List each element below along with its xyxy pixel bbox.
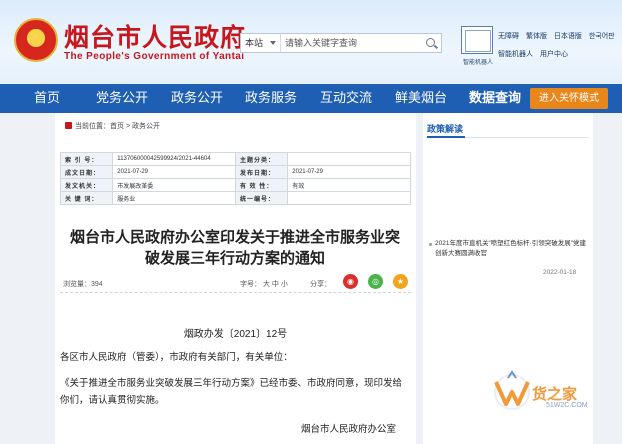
nav-government-services[interactable]: 政务服务: [245, 84, 297, 113]
meta-key: 发布日期：: [234, 165, 289, 179]
font-size-selector[interactable]: 字号： 大 中 小: [240, 279, 288, 289]
meta-key: 有 效 性：: [234, 178, 289, 192]
main-nav: 首页 党务公开 政务公开 政务服务 互动交流 鲜美烟台 数据查询 进入关怀模式: [0, 84, 622, 113]
watermark: 货之家 51W2C.COM: [488, 368, 622, 444]
sidebar-title[interactable]: 政策解读: [427, 122, 463, 135]
care-mode-button[interactable]: 进入关怀模式: [530, 88, 608, 109]
breadcrumb-text[interactable]: 当前位置：首页 > 政务公开: [75, 123, 160, 130]
watermark-name: 货之家: [532, 385, 578, 403]
sidebar-title-underline: [427, 136, 465, 138]
meta-value: 2021-07-29: [287, 165, 411, 179]
meta-value: 有效: [287, 178, 411, 192]
table-row: 关 键 词： 服务业 统一编号：: [59, 191, 411, 205]
meta-value: [287, 152, 411, 166]
badge-caption: 智能机器人: [462, 60, 493, 66]
bullet-icon: [429, 243, 432, 246]
meta-key: 索 引 号：: [59, 152, 114, 166]
nav-government-affairs[interactable]: 政务公开: [171, 84, 223, 113]
article-title: 烟台市人民政府办公室印发关于推进全市服务业突破发展三年行动方案的通知: [69, 228, 400, 267]
watermark-url: 51W2C.COM: [546, 402, 588, 409]
site-header: ★ 烟台市人民政府 The People's Government of Yan…: [0, 0, 622, 84]
search-scope-label: 本站: [245, 38, 264, 48]
table-row: 索 引 号： 113706000042599924/2021-44604 主题分…: [59, 152, 411, 166]
article-paragraph: 《关于推进全市服务业突破发展三年行动方案》已经市委、市政府同意，现印发给你们，请…: [60, 378, 403, 406]
meta-value: [287, 191, 411, 205]
meta-value: 服务业: [112, 191, 236, 205]
link-user-center[interactable]: 用户中心: [540, 51, 568, 58]
nav-fresh-yantai[interactable]: 鲜美烟台: [395, 84, 447, 113]
link-korean[interactable]: 한국어판: [589, 33, 615, 40]
qzone-share-icon[interactable]: ★: [393, 274, 408, 289]
sidebar-header: 政策解读: [427, 120, 589, 138]
wechat-share-icon[interactable]: ◎: [368, 274, 383, 289]
news-date: 2022-01-18: [543, 269, 577, 276]
search-box: 本站: [240, 33, 442, 53]
link-japanese[interactable]: 日本语版: [554, 33, 582, 40]
meta-key: 主题分类：: [234, 152, 289, 166]
smart-robot-badge-icon[interactable]: [461, 26, 493, 54]
search-icon[interactable]: [426, 38, 435, 47]
meta-key: 统一编号：: [234, 191, 289, 205]
link-traditional-chinese[interactable]: 繁体版: [526, 33, 547, 40]
watermark-logo-icon: [494, 370, 530, 410]
table-row: 发文机关： 市发展改革委 有 效 性： 有效: [59, 178, 411, 192]
article-toolbar: 浏览量：394 字号： 大 中 小 分享： ◉ ◎ ★: [60, 273, 411, 293]
news-title[interactable]: 2021年度市直机关“喷塑红色标杆·引领突破发展”党建创新大赛圆满收官: [429, 239, 589, 259]
meta-value: 113706000042599924/2021-44604: [112, 152, 236, 166]
article-paragraph: 各区市人民政府（管委），市政府有关部门，有关单位：: [60, 352, 293, 363]
weibo-share-icon[interactable]: ◉: [343, 274, 358, 289]
document-number: 烟政办发〔2021〕12号: [183, 329, 288, 340]
share-label: 分享：: [310, 281, 331, 288]
meta-key: 关 键 词：: [59, 191, 114, 205]
header-links: 无障碍 繁体版 日本语版 한국어판 智能机器人 用户中心: [498, 31, 620, 59]
chevron-down-icon: [270, 41, 276, 45]
article-signature: 烟台市人民政府办公室: [301, 424, 397, 435]
nav-data-query[interactable]: 数据查询: [469, 84, 521, 113]
meta-value: 2021-07-29: [112, 165, 236, 179]
site-title[interactable]: 烟台市人民政府: [64, 18, 246, 54]
article-panel: 当前位置：首页 > 政务公开 索 引 号： 113706000042599924…: [55, 113, 416, 444]
search-input[interactable]: [285, 36, 415, 50]
nav-home[interactable]: 首页: [34, 84, 60, 113]
nav-party-affairs[interactable]: 党务公开: [96, 84, 148, 113]
search-scope-select[interactable]: 本站: [241, 34, 281, 52]
view-count: 浏览量：394: [63, 281, 103, 288]
table-row: 成文日期： 2021-07-29 发布日期： 2021-07-29: [59, 165, 411, 179]
meta-value: 市发展改革委: [112, 178, 236, 192]
site-subtitle: The People's Government of Yantai: [64, 51, 245, 62]
nav-interaction[interactable]: 互动交流: [320, 84, 372, 113]
link-smart-robot[interactable]: 智能机器人: [498, 51, 533, 58]
meta-key: 成文日期：: [59, 165, 114, 179]
list-item[interactable]: 2021年度市直机关“喷塑红色标杆·引领突破发展”党建创新大赛圆满收官: [429, 239, 589, 259]
breadcrumb: 当前位置：首页 > 政务公开: [65, 121, 160, 131]
meta-key: 发文机关：: [59, 178, 114, 192]
link-accessibility[interactable]: 无障碍: [498, 33, 519, 40]
document-meta-table: 索 引 号： 113706000042599924/2021-44604 主题分…: [59, 152, 411, 205]
location-icon: [65, 122, 72, 129]
national-emblem-icon: ★: [14, 18, 58, 62]
